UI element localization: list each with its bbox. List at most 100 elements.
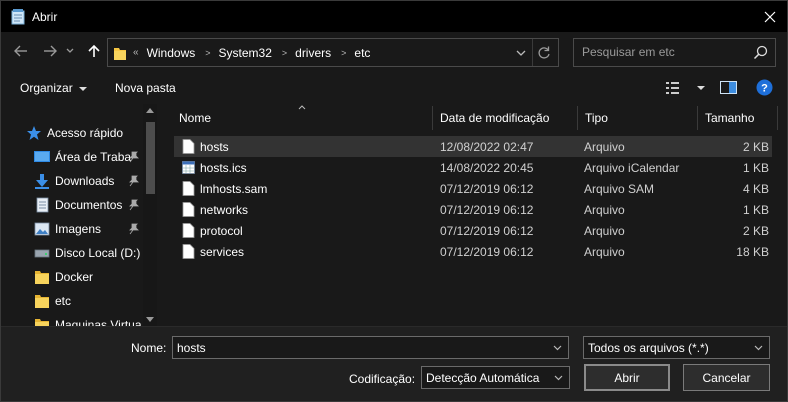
- arrow-up-icon: [88, 44, 100, 57]
- column-divider[interactable]: [577, 106, 578, 130]
- file-row-hosts-ics[interactable]: hosts.ics 14/08/2022 20:45 Arquivo iCale…: [174, 157, 772, 178]
- file-icon: [182, 181, 195, 196]
- chevron-down-icon[interactable]: [754, 345, 763, 351]
- sidebar-item-label: Acesso rápido: [47, 126, 124, 140]
- file-row-lmhosts-sam[interactable]: lmhosts.sam 07/12/2019 06:12 Arquivo SAM…: [174, 178, 772, 199]
- recent-locations-button[interactable]: [63, 40, 77, 62]
- file-type-filter[interactable]: Todos os arquivos (*.*): [583, 336, 770, 359]
- file-name-label: Nome:: [131, 341, 167, 355]
- pin-icon: [129, 151, 139, 163]
- chevron-down-icon[interactable]: [554, 375, 563, 381]
- address-bar[interactable]: « Windows > System32 > drivers > etc: [107, 38, 559, 67]
- sidebar-item-desktop[interactable]: Área de Traba: [1, 145, 143, 169]
- pin-icon: [129, 175, 139, 187]
- encoding-select[interactable]: Detecção Automática: [421, 366, 570, 389]
- file-name-combobox[interactable]: hosts: [172, 336, 569, 359]
- chevron-right-icon[interactable]: >: [341, 48, 346, 58]
- file-date: 14/08/2022 20:45: [440, 161, 534, 175]
- preview-pane-icon[interactable]: [720, 81, 738, 95]
- chevron-right-icon[interactable]: >: [205, 48, 210, 58]
- column-divider[interactable]: [432, 106, 433, 130]
- arrow-left-icon: [14, 45, 27, 57]
- file-size: 2 KB: [742, 140, 769, 154]
- folder-icon: [35, 295, 49, 308]
- file-size: 1 KB: [742, 161, 769, 175]
- notepad-icon: [11, 9, 25, 25]
- sidebar-item-images[interactable]: Imagens: [1, 217, 143, 241]
- chevron-right-icon[interactable]: >: [282, 48, 287, 58]
- file-type: Arquivo iCalendar: [584, 161, 680, 175]
- refresh-icon[interactable]: [536, 45, 552, 61]
- forward-button[interactable]: [39, 40, 61, 62]
- file-name: protocol: [200, 224, 243, 238]
- file-row-protocol[interactable]: protocol 07/12/2019 06:12 Arquivo 2 KB: [174, 220, 772, 241]
- sidebar-item-local-disk[interactable]: Disco Local (D:): [1, 241, 143, 265]
- organize-button[interactable]: Organizar: [20, 81, 87, 95]
- search-icon[interactable]: [753, 45, 768, 60]
- open-button[interactable]: Abrir: [584, 364, 670, 391]
- close-button[interactable]: [753, 1, 787, 32]
- breadcrumb-windows[interactable]: Windows: [147, 46, 196, 60]
- column-header-size[interactable]: Tamanho: [705, 104, 775, 132]
- file-date: 07/12/2019 06:12: [440, 245, 534, 259]
- sidebar-scrollbar[interactable]: [143, 104, 157, 326]
- view-details-icon[interactable]: [666, 82, 684, 94]
- column-divider[interactable]: [777, 106, 778, 130]
- sidebar-item-docker[interactable]: Docker: [1, 265, 143, 289]
- scroll-down-icon[interactable]: [146, 317, 154, 322]
- document-icon: [36, 197, 49, 213]
- column-divider[interactable]: [697, 106, 698, 130]
- sidebar-item-documents[interactable]: Documentos: [1, 193, 143, 217]
- view-options-caret-icon[interactable]: [697, 86, 705, 90]
- divider: [532, 39, 533, 66]
- sidebar-item-downloads[interactable]: Downloads: [1, 169, 143, 193]
- search-box[interactable]: [573, 38, 776, 67]
- sidebar-item-etc[interactable]: etc: [1, 289, 143, 313]
- back-button[interactable]: [10, 40, 32, 62]
- breadcrumb-system32[interactable]: System32: [219, 46, 272, 60]
- file-name: hosts.ics: [200, 161, 247, 175]
- file-name: networks: [200, 203, 249, 217]
- navigation-pane: Acesso rápido Área de Traba Downloads Do…: [1, 104, 159, 326]
- chevron-down-icon[interactable]: [553, 345, 562, 351]
- column-header-date[interactable]: Data de modificação: [440, 104, 570, 132]
- help-icon[interactable]: ?: [756, 79, 773, 96]
- breadcrumb-overflow-icon[interactable]: «: [133, 47, 139, 58]
- file-row-services[interactable]: services 07/12/2019 06:12 Arquivo 18 KB: [174, 241, 772, 262]
- file-type: Arquivo: [584, 245, 625, 259]
- chevron-down-icon[interactable]: [514, 46, 528, 60]
- scrollbar-thumb[interactable]: [146, 122, 155, 194]
- navigation-bar: « Windows > System32 > drivers > etc: [1, 32, 787, 72]
- desktop-icon: [34, 151, 50, 162]
- breadcrumb-drivers[interactable]: drivers: [295, 46, 331, 60]
- star-icon: [27, 126, 41, 140]
- file-icon: [182, 223, 195, 238]
- file-icon: [182, 202, 195, 217]
- column-header-type[interactable]: Tipo: [585, 104, 695, 132]
- file-name: hosts: [200, 140, 229, 154]
- sidebar-item-label: Docker: [55, 270, 94, 284]
- file-date: 07/12/2019 06:12: [440, 203, 534, 217]
- new-folder-button[interactable]: Nova pasta: [115, 81, 176, 95]
- encoding-value: Detecção Automática: [426, 371, 540, 385]
- scroll-up-icon[interactable]: [146, 108, 154, 113]
- sidebar-item-label: etc: [55, 294, 72, 308]
- file-name-value[interactable]: hosts: [177, 341, 206, 355]
- organize-label: Organizar: [20, 81, 73, 95]
- open-file-dialog: Abrir « Windows > System32 > drivers > e…: [0, 0, 788, 402]
- breadcrumb-etc[interactable]: etc: [354, 46, 370, 60]
- cancel-button[interactable]: Cancelar: [683, 364, 770, 391]
- cancel-button-label: Cancelar: [702, 370, 751, 385]
- file-row-hosts[interactable]: hosts 12/08/2022 02:47 Arquivo 2 KB: [174, 136, 772, 157]
- pin-icon: [129, 199, 139, 211]
- file-type: Arquivo: [584, 203, 625, 217]
- file-row-networks[interactable]: networks 07/12/2019 06:12 Arquivo 1 KB: [174, 199, 772, 220]
- sidebar-item-quick-access[interactable]: Acesso rápido: [1, 121, 143, 145]
- sidebar-item-virtual-machines[interactable]: Maquinas Virtua: [1, 313, 143, 326]
- command-bar: Organizar Nova pasta ?: [1, 72, 787, 104]
- up-button[interactable]: [83, 40, 105, 62]
- file-type: Arquivo: [584, 224, 625, 238]
- column-header-name[interactable]: Nome: [179, 104, 431, 132]
- folder-icon: [35, 271, 49, 284]
- search-input[interactable]: [582, 45, 752, 59]
